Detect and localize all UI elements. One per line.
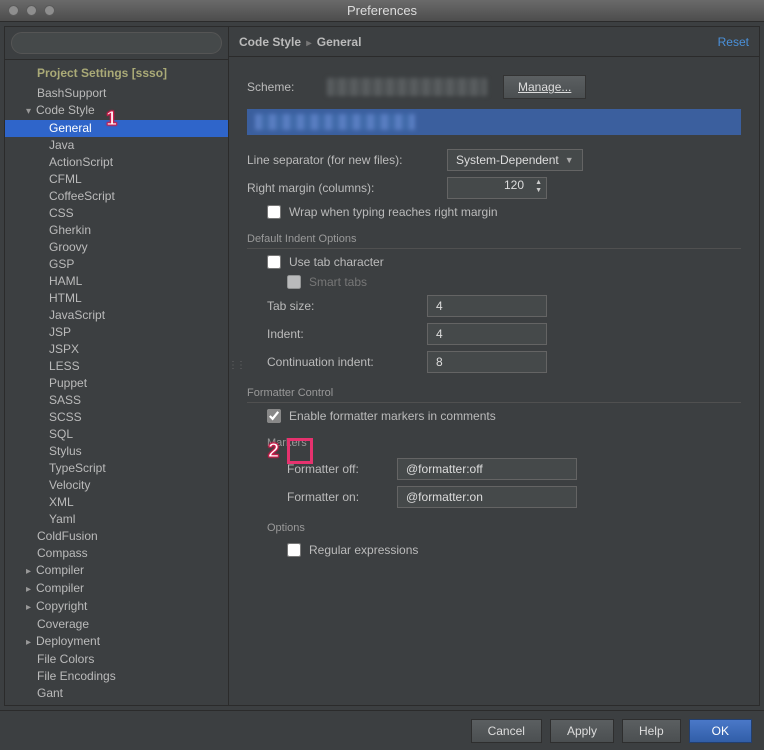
chevron-down-icon: ▼ <box>565 155 574 165</box>
sidebar: 🔍 Project Settings [ssso]BashSupportCode… <box>5 27 229 705</box>
sidebar-item-typescript[interactable]: TypeScript <box>5 460 228 477</box>
breadcrumb-separator-icon: ▸ <box>306 38 311 49</box>
indent-input[interactable] <box>427 323 547 345</box>
content: Scheme: Manage... Line separator (for ne… <box>229 57 759 705</box>
sidebar-item-coverage[interactable]: Coverage <box>5 616 228 633</box>
sidebar-item-compass[interactable]: Compass <box>5 545 228 562</box>
sidebar-item-yaml[interactable]: Yaml <box>5 511 228 528</box>
sidebar-item-code-style[interactable]: Code Style <box>5 102 228 120</box>
sidebar-item-general[interactable]: General <box>5 120 228 137</box>
sidebar-item-html[interactable]: HTML <box>5 290 228 307</box>
sidebar-item-velocity[interactable]: Velocity <box>5 477 228 494</box>
right-margin-spinner[interactable]: 120 ▲▼ <box>447 177 547 199</box>
tab-strip[interactable] <box>247 109 741 135</box>
wrap-label: Wrap when typing reaches right margin <box>289 205 498 219</box>
tab-size-label: Tab size: <box>267 299 427 313</box>
sidebar-item-sql[interactable]: SQL <box>5 426 228 443</box>
indent-group-label: Default Indent Options <box>247 233 741 249</box>
search-wrap: 🔍 <box>5 27 228 60</box>
apply-button[interactable]: Apply <box>550 719 614 743</box>
ok-button[interactable]: OK <box>689 719 752 743</box>
project-settings-header: Project Settings [ssso] <box>5 64 228 85</box>
sidebar-item-cfml[interactable]: CFML <box>5 171 228 188</box>
sidebar-item-coldfusion[interactable]: ColdFusion <box>5 528 228 545</box>
line-separator-label: Line separator (for new files): <box>247 153 447 167</box>
sidebar-item-deployment[interactable]: Deployment <box>5 633 228 651</box>
smart-tabs-label: Smart tabs <box>309 275 367 289</box>
sidebar-item-coffeescript[interactable]: CoffeeScript <box>5 188 228 205</box>
sidebar-item-less[interactable]: LESS <box>5 358 228 375</box>
sidebar-item-sass[interactable]: SASS <box>5 392 228 409</box>
line-separator-combo[interactable]: System-Dependent ▼ <box>447 149 583 171</box>
smart-tabs-checkbox[interactable]: Smart tabs <box>287 275 367 289</box>
line-separator-value: System-Dependent <box>456 153 559 167</box>
sidebar-item-actionscript[interactable]: ActionScript <box>5 154 228 171</box>
sidebar-item-bashsupport[interactable]: BashSupport <box>5 85 228 102</box>
formatter-group-label: Formatter Control <box>247 387 741 403</box>
search-input[interactable] <box>11 32 222 54</box>
settings-tree[interactable]: Project Settings [ssso]BashSupportCode S… <box>5 60 228 705</box>
window-body: 🔍 Project Settings [ssso]BashSupportCode… <box>4 26 760 706</box>
sidebar-item-copyright[interactable]: Copyright <box>5 598 228 616</box>
sidebar-item-gant[interactable]: Gant <box>5 685 228 702</box>
continuation-indent-input[interactable] <box>427 351 547 373</box>
sidebar-item-javascript[interactable]: JavaScript <box>5 307 228 324</box>
main-panel: Code Style ▸ General Reset Scheme: Manag… <box>229 27 759 705</box>
sidebar-item-gradle[interactable]: Gradle <box>5 702 228 705</box>
sidebar-item-gherkin[interactable]: Gherkin <box>5 222 228 239</box>
regex-checkbox[interactable]: Regular expressions <box>287 543 418 557</box>
sidebar-item-compiler[interactable]: Compiler <box>5 562 228 580</box>
sidebar-item-gsp[interactable]: GSP <box>5 256 228 273</box>
formatter-on-label: Formatter on: <box>287 490 397 504</box>
sidebar-item-file-encodings[interactable]: File Encodings <box>5 668 228 685</box>
scheme-value[interactable] <box>327 78 487 96</box>
manage-button[interactable]: Manage... <box>503 75 586 99</box>
use-tab-checkbox-input[interactable] <box>267 255 281 269</box>
breadcrumb-leaf: General <box>317 35 362 49</box>
reset-link[interactable]: Reset <box>718 35 749 49</box>
markers-group-label: Markers <box>247 437 741 452</box>
titlebar: Preferences <box>0 0 764 22</box>
regex-checkbox-input[interactable] <box>287 543 301 557</box>
sidebar-item-groovy[interactable]: Groovy <box>5 239 228 256</box>
regex-label: Regular expressions <box>309 543 418 557</box>
enable-markers-checkbox-input[interactable] <box>267 409 281 423</box>
smart-tabs-checkbox-input <box>287 275 301 289</box>
sidebar-item-java[interactable]: Java <box>5 137 228 154</box>
indent-label: Indent: <box>267 327 427 341</box>
sidebar-item-css[interactable]: CSS <box>5 205 228 222</box>
breadcrumb: Code Style ▸ General Reset <box>229 27 759 57</box>
sidebar-item-scss[interactable]: SCSS <box>5 409 228 426</box>
sidebar-item-compiler[interactable]: Compiler <box>5 580 228 598</box>
sidebar-item-stylus[interactable]: Stylus <box>5 443 228 460</box>
formatter-off-input[interactable] <box>397 458 577 480</box>
formatter-on-input[interactable] <box>397 486 577 508</box>
enable-markers-checkbox[interactable]: Enable formatter markers in comments <box>267 409 496 423</box>
spinner-arrows-icon[interactable]: ▲▼ <box>535 179 542 195</box>
enable-markers-label: Enable formatter markers in comments <box>289 409 496 423</box>
sidebar-item-puppet[interactable]: Puppet <box>5 375 228 392</box>
right-margin-value: 120 <box>504 178 524 192</box>
options-group-label: Options <box>247 522 741 537</box>
right-margin-label: Right margin (columns): <box>247 181 447 195</box>
breadcrumb-root[interactable]: Code Style <box>239 35 301 49</box>
tab-size-input[interactable] <box>427 295 547 317</box>
use-tab-label: Use tab character <box>289 255 384 269</box>
use-tab-checkbox[interactable]: Use tab character <box>267 255 384 269</box>
sidebar-item-jsp[interactable]: JSP <box>5 324 228 341</box>
sidebar-item-jspx[interactable]: JSPX <box>5 341 228 358</box>
help-button[interactable]: Help <box>622 719 681 743</box>
sidebar-item-haml[interactable]: HAML <box>5 273 228 290</box>
cancel-button[interactable]: Cancel <box>471 719 542 743</box>
sidebar-item-xml[interactable]: XML <box>5 494 228 511</box>
wrap-checkbox-input[interactable] <box>267 205 281 219</box>
continuation-indent-label: Continuation indent: <box>267 355 427 369</box>
scheme-label: Scheme: <box>247 80 327 94</box>
sidebar-item-file-colors[interactable]: File Colors <box>5 651 228 668</box>
wrap-checkbox[interactable]: Wrap when typing reaches right margin <box>267 205 498 219</box>
dialog-footer: Cancel Apply Help OK <box>0 710 764 750</box>
formatter-off-label: Formatter off: <box>287 462 397 476</box>
window-title: Preferences <box>0 3 764 18</box>
